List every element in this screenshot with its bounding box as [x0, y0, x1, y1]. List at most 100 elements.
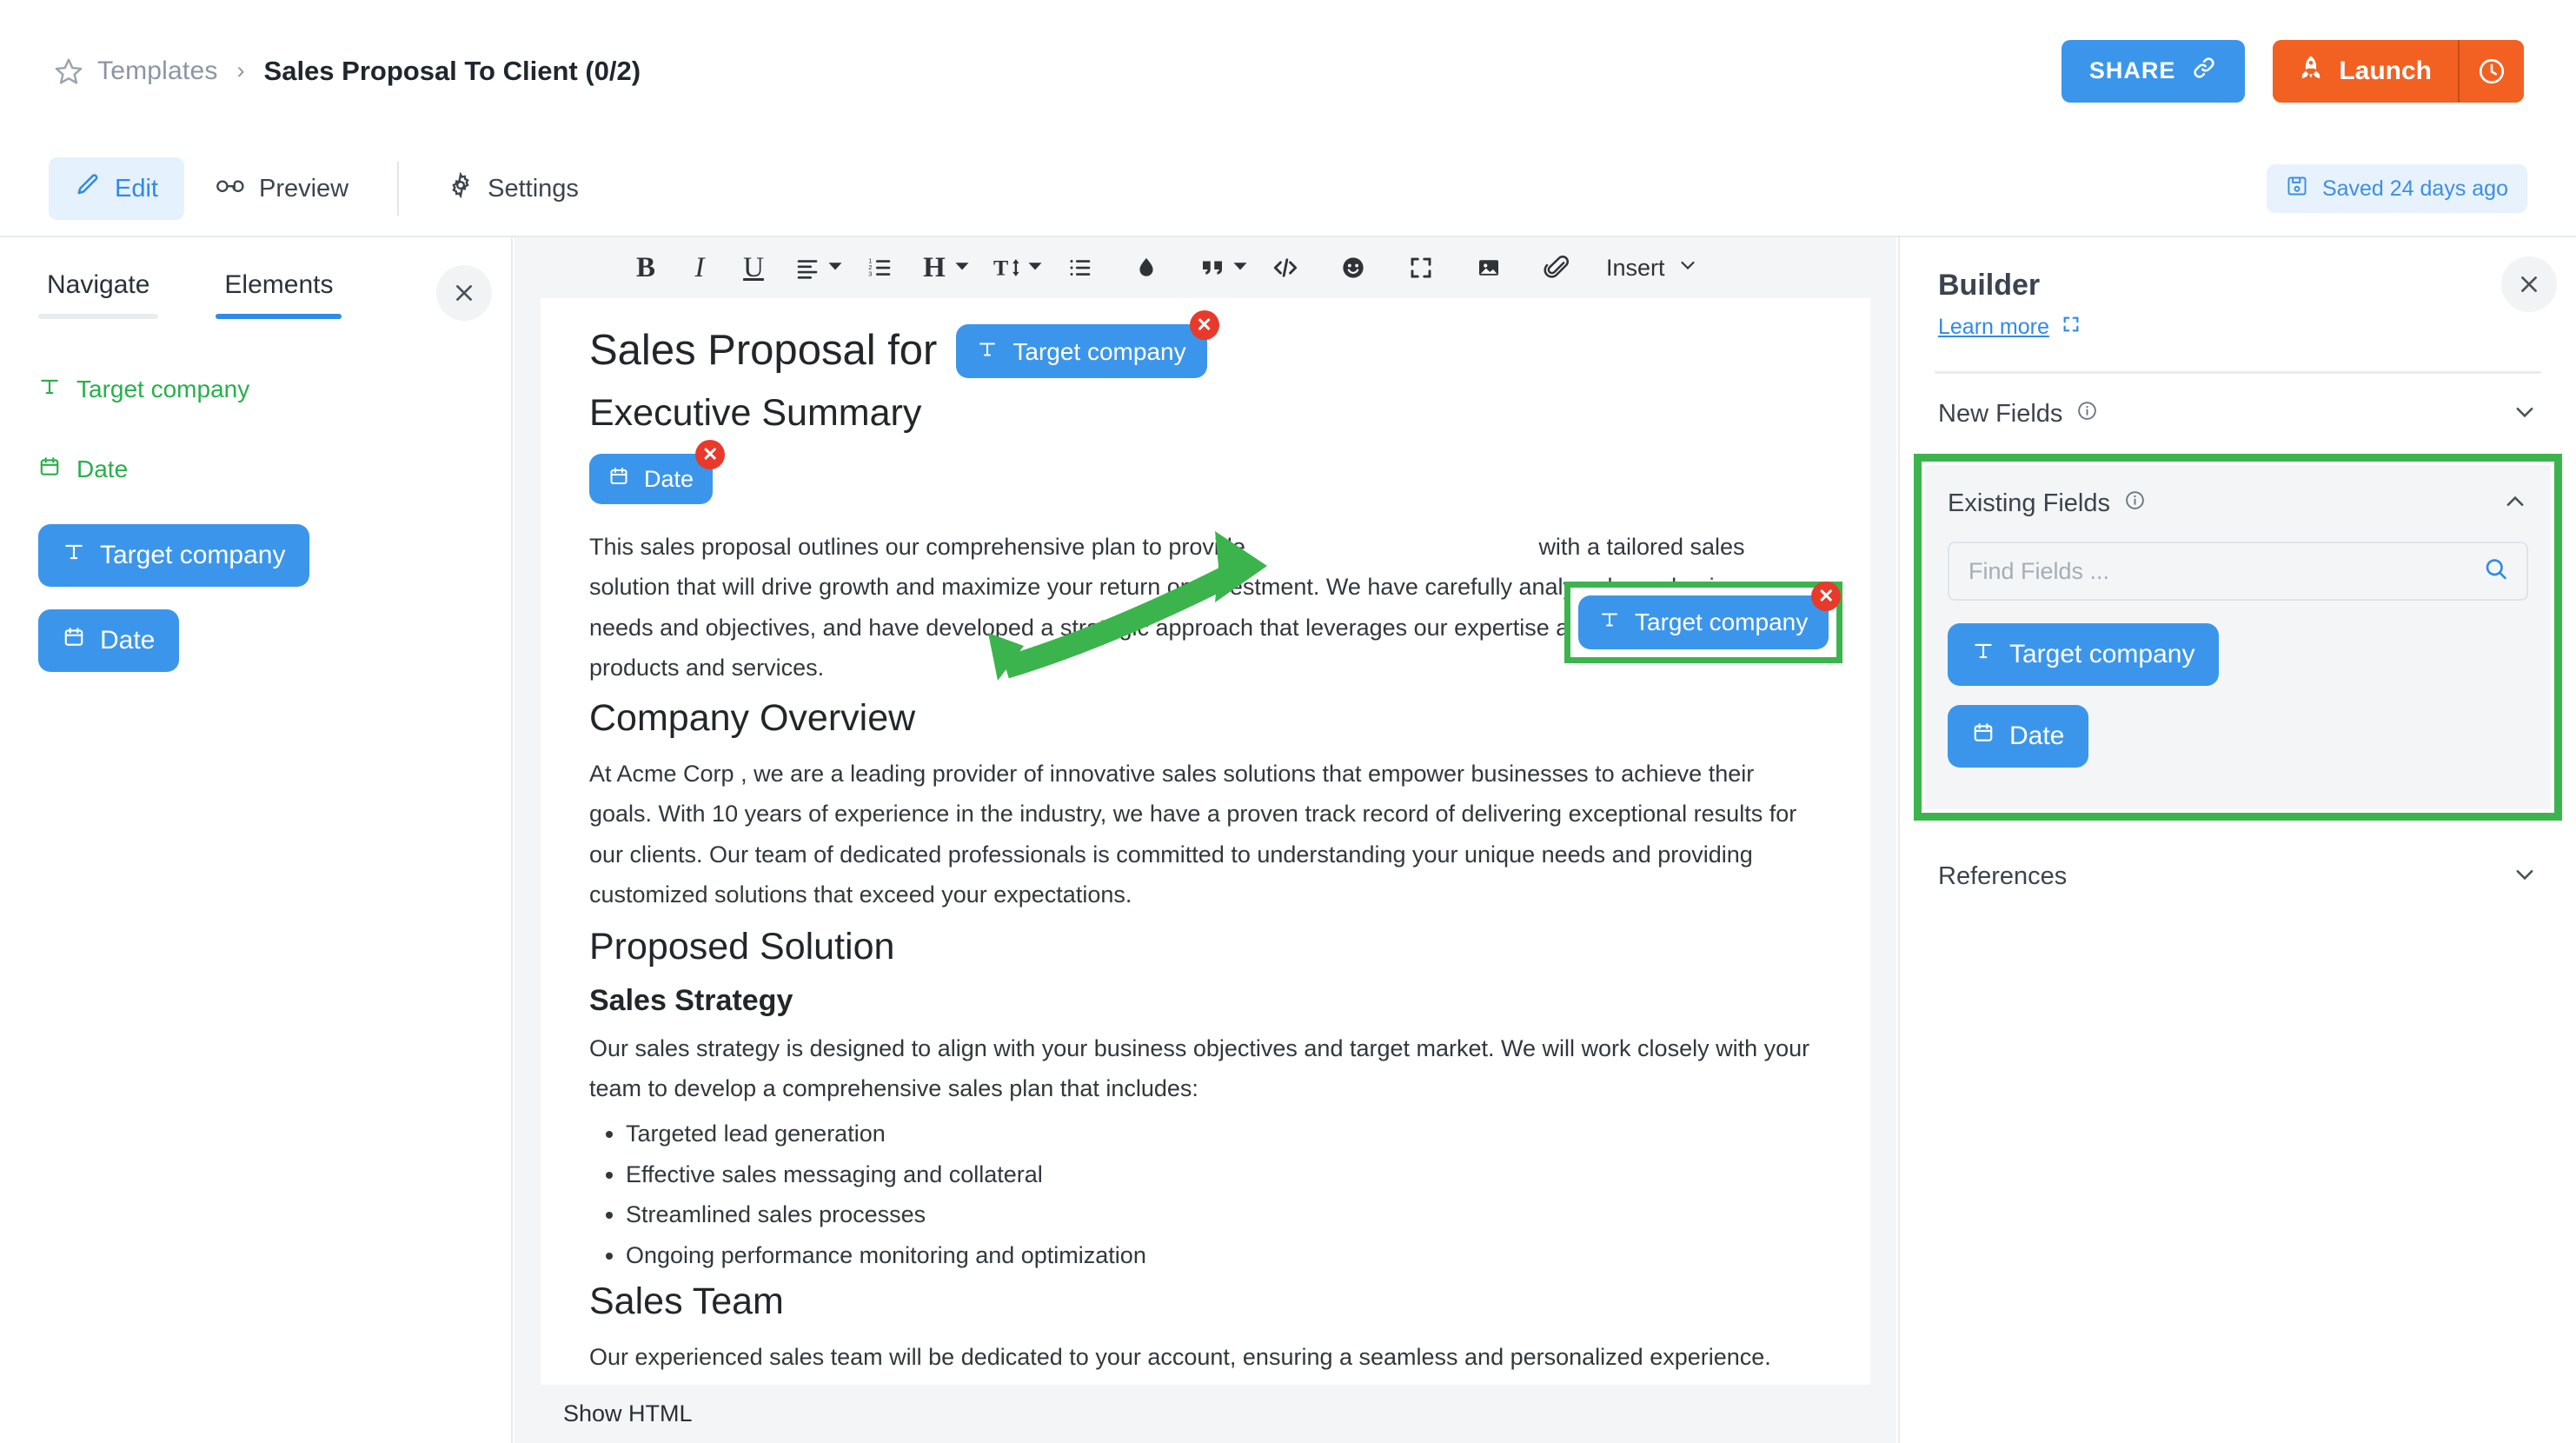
breadcrumb-current: Sales Proposal To Client (0/2)	[264, 56, 641, 87]
underline-icon[interactable]: U	[727, 241, 780, 295]
calendar-icon	[38, 456, 61, 484]
list-item: Effective sales messaging and collateral	[626, 1154, 1822, 1194]
existing-fields-chip-list: Target company Date	[1925, 601, 2551, 809]
section-existing-fields[interactable]: Existing Fields	[1925, 465, 2551, 542]
chevron-down-icon[interactable]	[2512, 861, 2538, 892]
text-field-icon	[63, 541, 85, 570]
learn-more-link[interactable]: Learn more	[1938, 315, 2081, 340]
doc-chip-remove-button[interactable]: ✕	[1811, 582, 1841, 611]
fullscreen-icon[interactable]	[1394, 241, 1448, 295]
highlight-box-inline-chip: Target company ✕	[1564, 582, 1842, 663]
document-canvas[interactable]: Sales Proposal for Target company ✕ Exec…	[541, 298, 1870, 1385]
existing-field-chip-date[interactable]: Date	[1948, 705, 2088, 768]
doc-chip-date[interactable]: Date ✕	[589, 454, 713, 504]
doc-chip-remove-button[interactable]: ✕	[695, 440, 725, 469]
chevron-down-icon[interactable]	[954, 258, 970, 278]
glasses-icon	[216, 172, 245, 205]
document-title-text: Sales Proposal for	[589, 324, 937, 377]
left-sidebar: Navigate Elements Target compan	[0, 237, 513, 1443]
chevron-down-icon[interactable]	[2512, 399, 2538, 429]
saved-status-badge[interactable]: Saved 24 days ago	[2267, 164, 2527, 213]
breadcrumb-separator: ›	[237, 59, 245, 83]
align-group	[780, 241, 853, 295]
svg-text:T: T	[993, 256, 1008, 281]
calendar-icon	[63, 626, 85, 655]
app-root: Templates › Sales Proposal To Client (0/…	[0, 0, 2576, 1443]
element-chip-label: Target company	[100, 541, 285, 570]
paragraph-team: Our experienced sales team will be dedic…	[589, 1337, 1822, 1377]
unordered-list-icon[interactable]	[1053, 241, 1107, 295]
launch-schedule-button[interactable]	[2458, 40, 2524, 103]
list-item: Targeted lead generation	[626, 1114, 1822, 1154]
code-icon[interactable]	[1258, 241, 1312, 295]
breadcrumb: Templates › Sales Proposal To Client (0/…	[54, 56, 641, 87]
find-fields-input[interactable]	[1948, 542, 2528, 601]
chevron-down-icon[interactable]	[827, 258, 843, 278]
search-icon[interactable]	[2483, 556, 2509, 587]
info-icon[interactable]	[2076, 400, 2098, 429]
tab-edit[interactable]: Edit	[49, 157, 184, 220]
doc-chip-target-company-inline[interactable]: Target company ✕	[1578, 595, 1829, 649]
doc-chip-remove-button[interactable]: ✕	[1190, 310, 1219, 340]
attachment-icon[interactable]	[1530, 241, 1583, 295]
doc-chip-target-company[interactable]: Target company ✕	[956, 324, 1206, 378]
heading-sales-team: Sales Team	[589, 1280, 1822, 1323]
breadcrumb-templates[interactable]: Templates	[97, 57, 218, 86]
tab-preview[interactable]: Preview	[189, 157, 375, 220]
image-icon[interactable]	[1462, 241, 1516, 295]
align-left-icon[interactable]	[780, 241, 834, 295]
section-references[interactable]: References	[1900, 836, 2576, 916]
mode-tab-bar: Edit Preview	[0, 142, 2576, 237]
heading-executive-summary: Executive Summary	[589, 392, 1822, 435]
list-item: Streamlined sales processes	[626, 1194, 1822, 1234]
heading-company-overview: Company Overview	[589, 697, 1822, 740]
ordered-list-icon[interactable]: 1 2 3	[853, 241, 907, 295]
insert-menu-button[interactable]: Insert	[1606, 255, 1698, 282]
tree-item-target-company[interactable]: Target company	[0, 364, 511, 415]
chevron-up-icon[interactable]	[2502, 489, 2528, 519]
heading-icon[interactable]: H	[907, 241, 961, 295]
tab-settings[interactable]: Settings	[422, 157, 605, 220]
existing-field-chip-target-company[interactable]: Target company	[1948, 623, 2219, 686]
chevron-down-icon[interactable]	[1232, 258, 1248, 278]
italic-icon[interactable]: I	[673, 241, 727, 295]
element-chip-target-company[interactable]: Target company	[38, 524, 309, 587]
element-chip-date[interactable]: Date	[38, 609, 179, 672]
tab-divider	[397, 162, 399, 216]
builder-panel-close-button[interactable]	[2501, 256, 2557, 312]
sidebar-close-button[interactable]	[436, 265, 492, 321]
emoji-icon[interactable]	[1326, 241, 1380, 295]
sidebar-tab-elements[interactable]: Elements	[216, 270, 342, 319]
launch-button[interactable]: Launch	[2273, 40, 2458, 103]
tab-underline	[38, 314, 158, 319]
insert-label: Insert	[1606, 255, 1665, 282]
strategy-bullet-list: Targeted lead generation Effective sales…	[626, 1114, 1822, 1275]
section-new-fields[interactable]: New Fields	[1900, 374, 2576, 454]
highlight-box-existing-fields: Existing Fields	[1914, 454, 2562, 821]
sidebar-tab-navigate-label: Navigate	[47, 270, 149, 299]
sidebar-tab-elements-label: Elements	[224, 270, 333, 299]
tab-edit-label: Edit	[115, 175, 158, 203]
section-new-fields-label: New Fields	[1938, 400, 2062, 429]
tree-item-date[interactable]: Date	[0, 444, 511, 495]
existing-field-chip-label: Date	[2009, 722, 2064, 751]
section-existing-fields-label-group: Existing Fields	[1948, 489, 2146, 518]
info-icon[interactable]	[2124, 489, 2146, 518]
show-html-button[interactable]: Show HTML	[563, 1400, 693, 1427]
quote-icon[interactable]	[1185, 241, 1239, 295]
star-icon[interactable]	[54, 57, 83, 86]
section-references-label: References	[1938, 862, 2067, 891]
link-icon	[2191, 55, 2217, 87]
bold-icon[interactable]: B	[619, 241, 673, 295]
color-drop-icon[interactable]	[1119, 241, 1173, 295]
share-button[interactable]: SHARE	[2061, 40, 2246, 103]
expand-icon	[2061, 315, 2081, 340]
saved-status-label: Saved 24 days ago	[2322, 176, 2508, 202]
heading-group: H	[907, 241, 980, 295]
heading-proposed-solution: Proposed Solution	[589, 926, 1822, 968]
sidebar-tab-navigate[interactable]: Navigate	[38, 270, 158, 319]
chevron-down-icon[interactable]	[1027, 258, 1043, 278]
tab-settings-label: Settings	[488, 175, 579, 203]
font-size-icon[interactable]: T	[980, 241, 1034, 295]
tab-preview-label: Preview	[259, 175, 349, 203]
